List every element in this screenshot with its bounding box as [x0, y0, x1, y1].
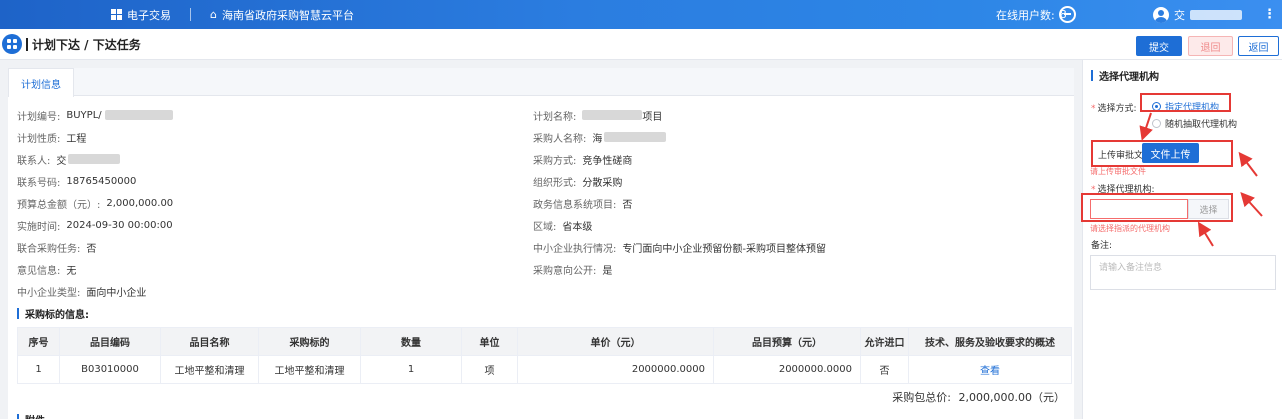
section-title-attachments: 附件 [17, 412, 45, 419]
tab-plan-info[interactable]: 计划信息 [8, 68, 74, 97]
user-name: 交 [1174, 8, 1185, 22]
radio-random-agency[interactable]: 随机抽取代理机构 [1152, 117, 1237, 130]
tab-strip: 计划信息 [8, 68, 1074, 97]
remark-label: 备注: [1091, 241, 1113, 251]
field-opinion: 意见信息: 无 [17, 265, 77, 277]
menu-electronic-trade-label: 电子交易 [127, 8, 171, 22]
redacted-text [582, 110, 643, 120]
section-title-items: 采购标的信息: [17, 306, 89, 321]
field-sme-execution: 中小企业执行情况: 专门面向中小企业预留份额-采购项目整体预留 [533, 243, 826, 255]
platform-name: 海南省政府采购智慧云平台 [221, 8, 354, 22]
field-plan-code: 计划编号: BUYPL/ [17, 108, 173, 123]
page-titlebar: 计划下达 / 下达任务 提交 退回 返回 [0, 29, 1282, 60]
package-total: 采购包总价: 2,000,000.00（元） [892, 389, 1065, 405]
annotation-box-mode [1140, 93, 1231, 112]
field-contact: 联系人: 交 [17, 152, 121, 167]
page-title: 计划下达 / 下达任务 [26, 29, 141, 60]
required-mark: * [1091, 104, 1096, 114]
avatar [1153, 6, 1169, 23]
menu-platform[interactable]: ⌂ 海南省政府采购智慧云平台 [210, 0, 354, 29]
user-menu[interactable]: 交 [1153, 0, 1242, 29]
view-link[interactable]: 查看 [908, 355, 1072, 384]
field-impl-time: 实施时间: 2024-09-30 00:00:00 [17, 219, 173, 233]
redacted-user-name [1190, 9, 1242, 20]
submit-button[interactable]: 提交 [1136, 36, 1182, 56]
radio-unchecked-icon [1152, 119, 1161, 128]
field-sme-type: 中小企业类型: 面向中小企业 [17, 287, 147, 299]
table-header-row: 序号 品目编码 品目名称 采购标的 数量 单位 单价（元） 品目预算（元） 允许… [17, 327, 1072, 356]
home-icon: ⌂ [210, 8, 217, 21]
field-joint-purchase: 联合采购任务: 否 [17, 243, 97, 255]
items-table: 序号 品目编码 品目名称 采购标的 数量 单位 单价（元） 品目预算（元） 允许… [17, 327, 1072, 384]
top-header: 电子交易 ⌂ 海南省政府采购智慧云平台 在线用户数: 8 交 ⋮ [0, 0, 1282, 29]
field-buyer-name: 采购人名称: 海 [533, 130, 667, 145]
field-org-form: 组织形式: 分散采购 [533, 177, 623, 189]
upload-error: 请上传审批文件 [1090, 167, 1146, 176]
mode-label: * 选择方式: [1091, 104, 1137, 114]
field-plan-nature: 计划性质: 工程 [17, 133, 87, 145]
field-budget: 预算总金额（元）: 2,000,000.00 [17, 197, 174, 211]
package-total-label: 采购包总价: [892, 391, 952, 404]
more-vertical-icon[interactable]: ⋮ [1263, 0, 1276, 29]
field-region: 区域: 省本级 [533, 221, 593, 233]
apps-icon[interactable] [2, 34, 22, 54]
package-total-value: 2,000,000.00（元） [958, 391, 1065, 404]
return-button[interactable]: 返回 [1238, 36, 1279, 56]
redacted-text [604, 132, 667, 142]
agency-panel-title: 选择代理机构 [1091, 68, 1159, 83]
field-plan-name: 计划名称: 项目 [533, 110, 663, 123]
field-phone: 联系号码: 18765450000 [17, 175, 137, 189]
agency-error: 请选择指派的代理机构 [1090, 224, 1170, 233]
remark-textarea[interactable] [1090, 255, 1276, 290]
annotation-box-upload [1091, 140, 1233, 167]
plan-info-panel: 计划信息 计划编号: BUYPL/ 计划性质: 工程 联系人: 交 联系号码: … [8, 68, 1074, 419]
field-intent-public: 采购意向公开: 是 [533, 265, 613, 277]
redacted-text [68, 154, 121, 164]
menu-electronic-trade[interactable]: 电子交易 [111, 0, 171, 29]
field-purchase-method: 采购方式: 竞争性磋商 [533, 155, 633, 167]
chat-icon[interactable] [1059, 6, 1076, 23]
annotation-box-agency [1081, 193, 1233, 222]
table-row: 1 B03010000 工地平整和清理 工地平整和清理 1 项 2000000.… [17, 355, 1072, 384]
online-users-label: 在线用户数: [996, 8, 1055, 22]
field-gov-info-project: 政务信息系统项目: 否 [533, 199, 633, 211]
redacted-text [104, 110, 173, 120]
send-back-button[interactable]: 退回 [1188, 36, 1233, 56]
online-users: 在线用户数: 8 [996, 0, 1067, 29]
header-divider [190, 8, 191, 21]
grid-icon [111, 9, 122, 20]
